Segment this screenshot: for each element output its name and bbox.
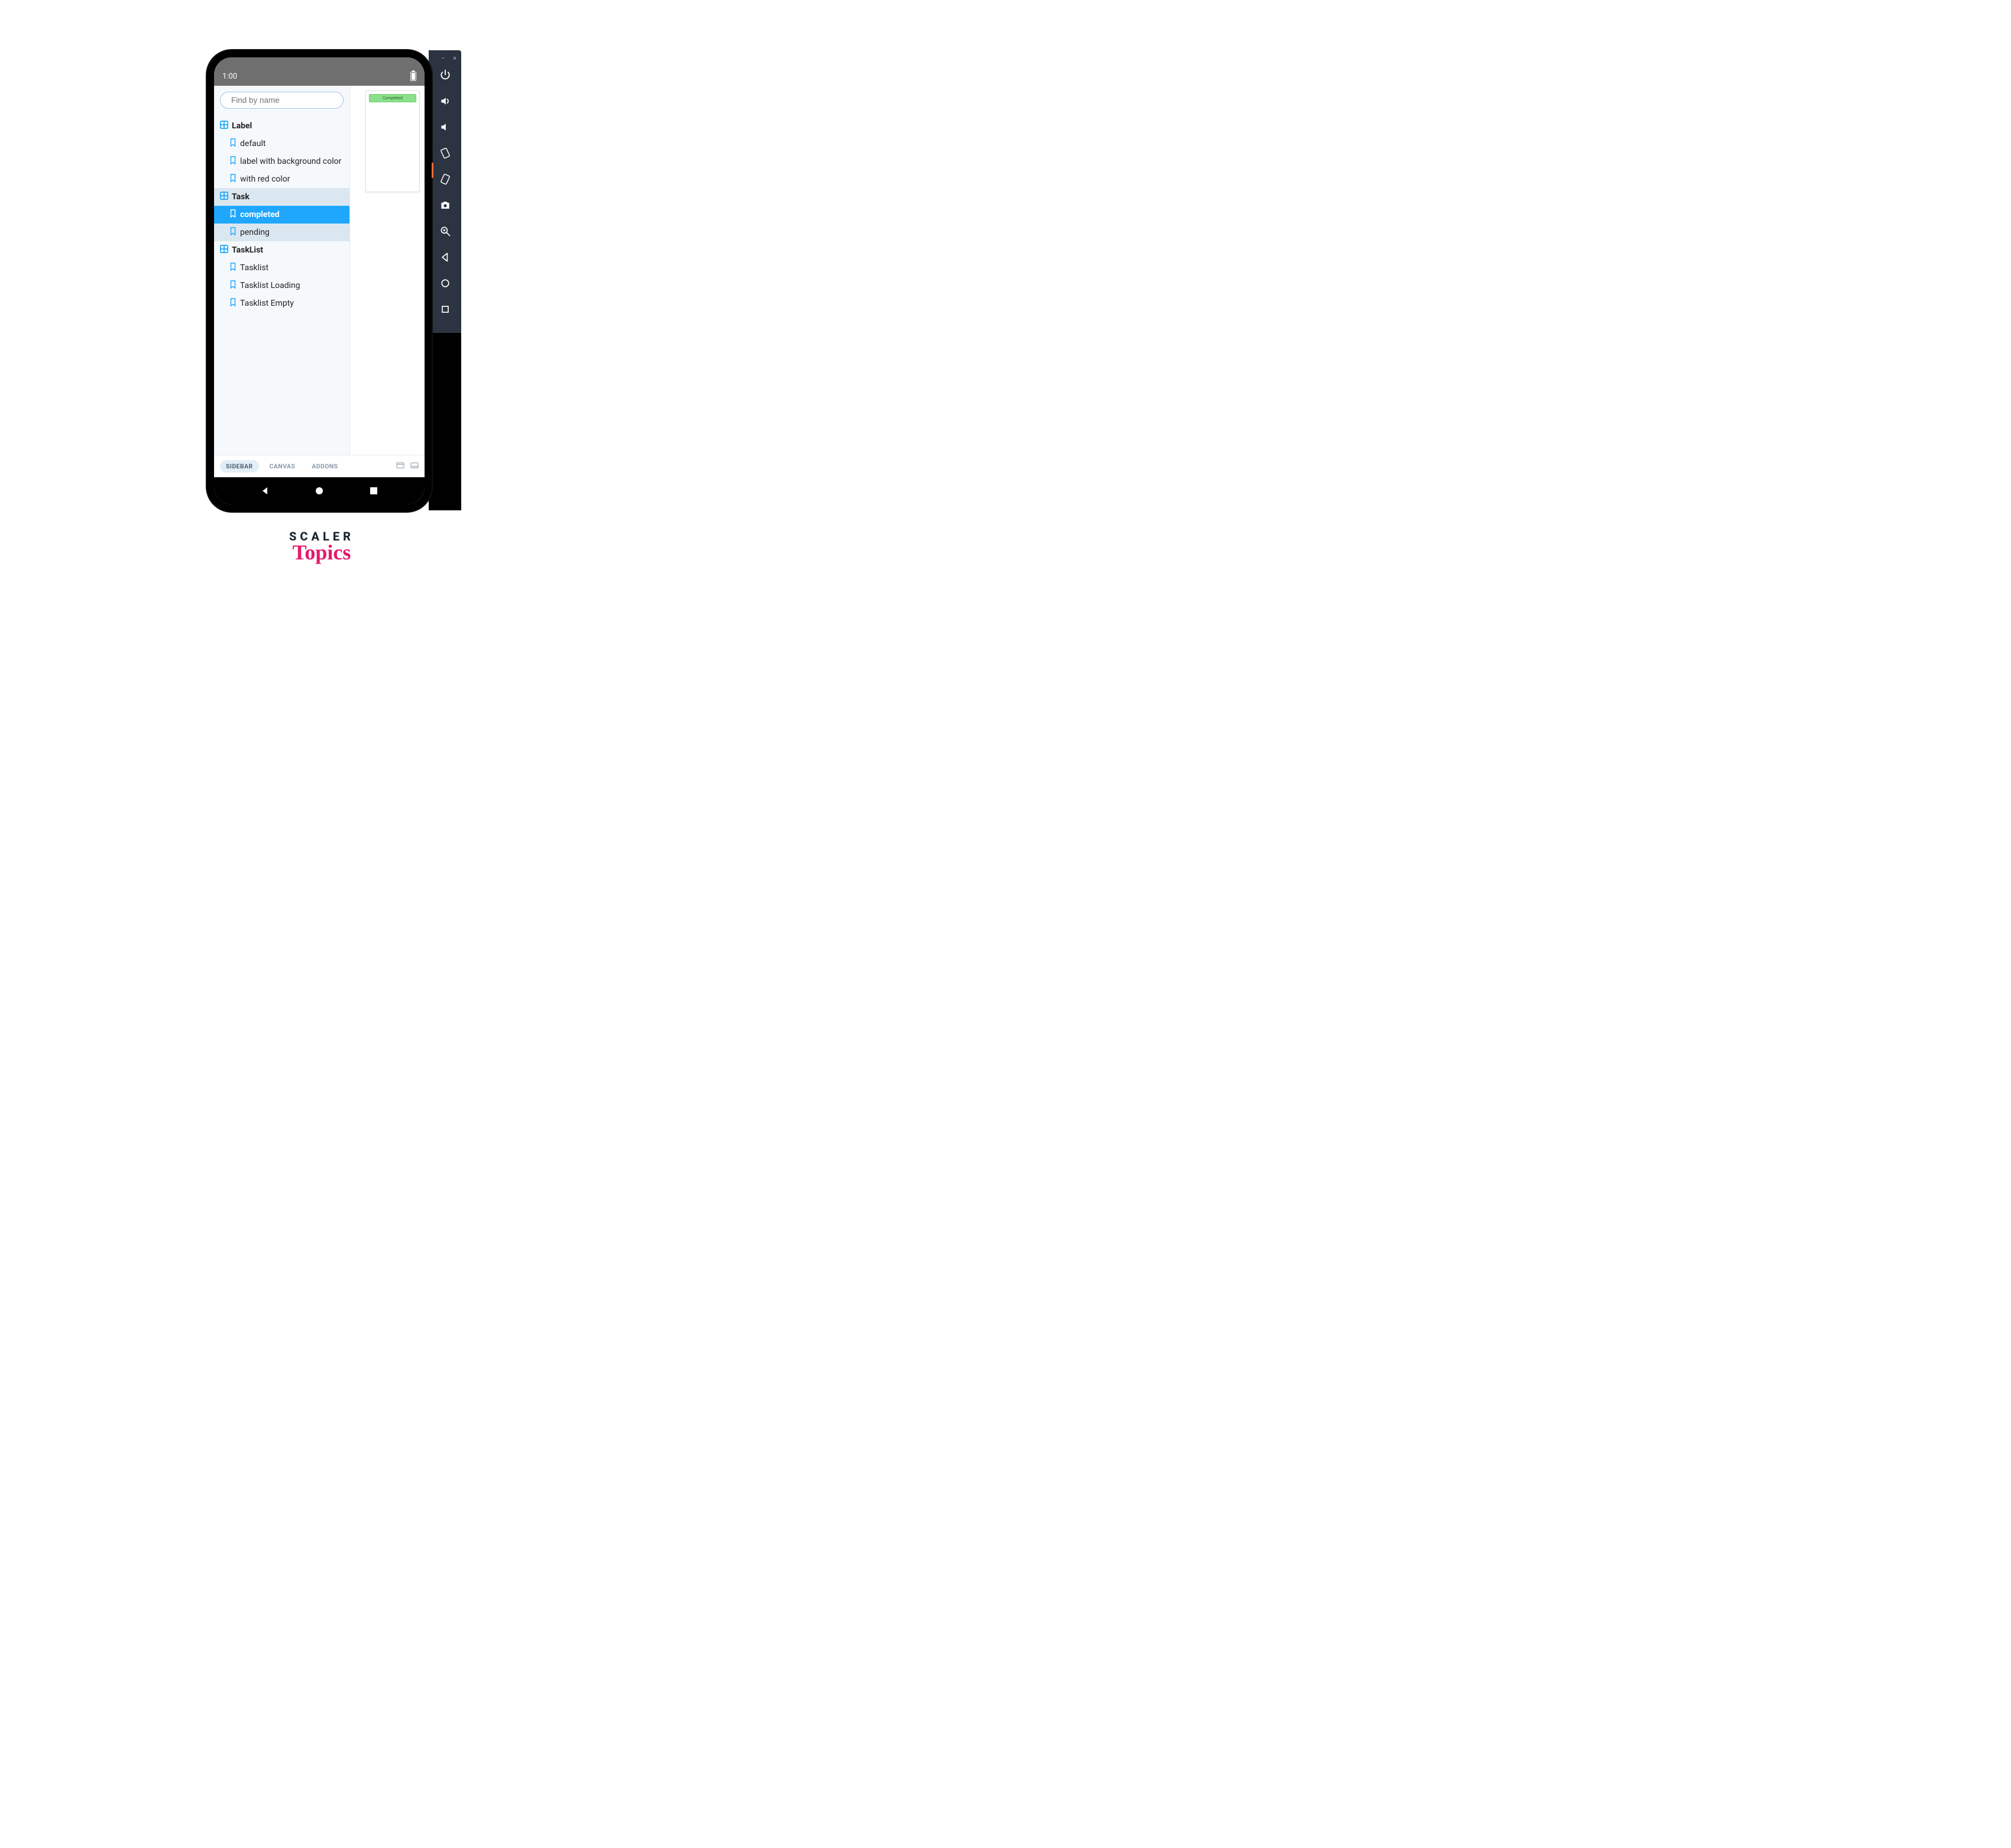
story-label: pending	[240, 228, 270, 237]
close-button[interactable]: ×	[453, 55, 456, 62]
story-tasklist-loading[interactable]: Tasklist Loading	[214, 277, 349, 294]
rotate-left-icon[interactable]	[439, 147, 452, 160]
group-task[interactable]: Task	[214, 188, 349, 206]
status-bar: 1:00	[214, 57, 425, 86]
story-label: with red color	[240, 174, 290, 184]
story-task-completed[interactable]: completed	[214, 206, 349, 224]
bookmark-icon	[229, 280, 237, 291]
scaler-topics-logo: SCALER Topics	[0, 529, 643, 565]
tab-addons[interactable]: ADDONS	[306, 460, 344, 472]
preview-card: Completed	[365, 90, 420, 192]
story-label-default[interactable]: default	[214, 135, 349, 153]
logo-line-2: Topics	[0, 540, 643, 565]
story-label: default	[240, 139, 266, 148]
phone-screen: 1:00 Label	[214, 57, 425, 504]
minimize-button[interactable]: −	[441, 55, 445, 62]
battery-icon	[410, 72, 416, 81]
storybook-sidebar: Label default label with background colo…	[214, 86, 350, 455]
story-label-bgcolor[interactable]: label with background color	[214, 153, 349, 170]
component-icon	[220, 245, 228, 255]
emulator-control-panel: − ×	[429, 50, 461, 334]
story-label: label with background color	[240, 157, 341, 166]
phone-power-key	[432, 163, 433, 178]
rotate-right-icon[interactable]	[439, 173, 452, 186]
story-label-red[interactable]: with red color	[214, 170, 349, 188]
bookmark-icon	[229, 263, 237, 273]
volume-down-icon[interactable]	[439, 121, 452, 134]
story-task-pending[interactable]: pending	[214, 224, 349, 241]
status-time: 1:00	[222, 72, 237, 81]
story-tree: Label default label with background colo…	[214, 114, 349, 312]
volume-up-icon[interactable]	[439, 95, 452, 108]
bookmark-icon	[229, 227, 237, 238]
panel-option-2-icon[interactable]	[410, 462, 419, 471]
zoom-icon[interactable]	[439, 225, 452, 238]
nav-home-icon[interactable]	[439, 277, 452, 290]
search-input[interactable]	[220, 92, 344, 109]
emulator-shadow	[429, 333, 461, 510]
component-icon	[220, 121, 228, 131]
android-navbar	[214, 477, 425, 504]
tab-sidebar[interactable]: SIDEBAR	[220, 460, 259, 472]
story-tasklist[interactable]: Tasklist	[214, 259, 349, 277]
nav-back-icon[interactable]	[439, 251, 452, 264]
panel-option-1-icon[interactable]	[396, 462, 404, 471]
story-label: completed	[240, 210, 280, 219]
story-label: Tasklist	[240, 263, 268, 273]
bookmark-icon	[229, 209, 237, 220]
android-overview-icon[interactable]	[368, 485, 380, 497]
android-home-icon[interactable]	[313, 485, 325, 497]
story-canvas: Completed	[350, 86, 425, 455]
group-tasklist[interactable]: TaskList	[214, 241, 349, 259]
group-task-title: Task	[232, 192, 250, 202]
search-field[interactable]	[231, 96, 336, 105]
story-tasklist-empty[interactable]: Tasklist Empty	[214, 294, 349, 312]
panel-tabs: SIDEBAR CANVAS ADDONS	[214, 455, 425, 477]
tab-canvas[interactable]: CANVAS	[264, 460, 302, 472]
group-tasklist-title: TaskList	[232, 245, 263, 255]
bookmark-icon	[229, 156, 237, 167]
completed-badge: Completed	[369, 94, 416, 102]
camera-icon[interactable]	[439, 199, 452, 212]
component-icon	[220, 192, 228, 202]
bookmark-icon	[229, 298, 237, 309]
emulator-window-controls: − ×	[429, 55, 461, 62]
group-label-title: Label	[232, 121, 252, 131]
story-label: Tasklist Empty	[240, 299, 294, 308]
android-back-icon[interactable]	[259, 485, 271, 497]
group-label[interactable]: Label	[214, 117, 349, 135]
story-label: Tasklist Loading	[240, 281, 300, 290]
nav-recents-icon[interactable]	[439, 303, 452, 316]
power-icon[interactable]	[439, 69, 452, 82]
phone-frame: 1:00 Label	[207, 50, 432, 512]
storybook-app: Label default label with background colo…	[214, 86, 425, 455]
bookmark-icon	[229, 174, 237, 185]
bookmark-icon	[229, 138, 237, 149]
